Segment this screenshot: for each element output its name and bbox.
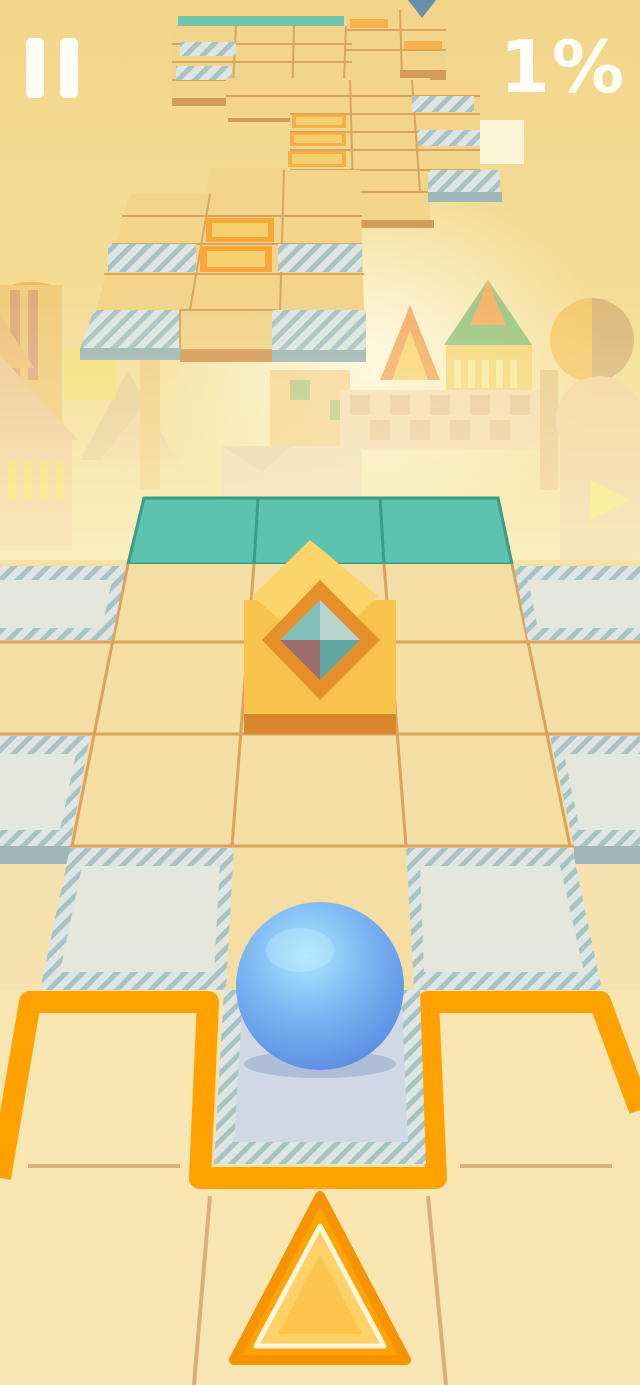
pause-icon-bar: [60, 38, 78, 98]
progress-percent-label: 1%: [499, 25, 626, 109]
game-scene[interactable]: [0, 0, 640, 1385]
pause-button[interactable]: [24, 38, 82, 98]
pause-icon: [26, 38, 44, 98]
